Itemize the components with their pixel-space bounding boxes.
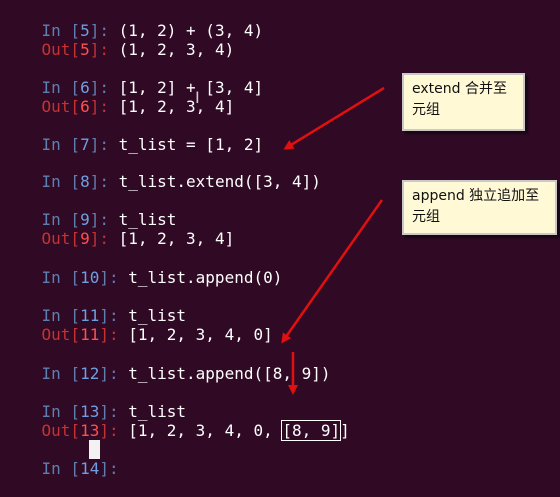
in-prompt: In [12]: bbox=[41, 364, 129, 383]
output-code-after: ] bbox=[340, 421, 350, 440]
input-code: t_list = [1, 2] bbox=[118, 135, 264, 154]
in-prompt: In [8]: bbox=[41, 172, 119, 191]
in-prompt: In [14]: bbox=[41, 459, 129, 478]
in-prompt: In [7]: bbox=[41, 135, 119, 154]
output-code: [1, 2, 3, 4] bbox=[118, 229, 235, 248]
out-prompt: Out[6]: bbox=[41, 97, 119, 116]
out-prompt: Out[11]: bbox=[41, 325, 129, 344]
input-code: t_list.append([8, 9]) bbox=[128, 364, 331, 383]
output-code-before: [1, 2, 3, 4, 0, bbox=[128, 421, 283, 440]
output-code: [1, 2, 3, 4, 0] bbox=[128, 325, 273, 344]
input-line-14[interactable]: In [14]: bbox=[3, 440, 128, 497]
out-prompt: Out[9]: bbox=[41, 229, 119, 248]
ibeam-cursor-icon: I bbox=[195, 88, 200, 107]
in-prompt: In [10]: bbox=[41, 268, 129, 287]
highlighted-nested-list: [8, 9] bbox=[281, 420, 342, 441]
append-annotation-note: append 独立追加至元组 bbox=[402, 180, 557, 235]
input-code: t_list.extend([3, 4]) bbox=[118, 172, 321, 191]
extend-annotation-note: extend 合并至元组 bbox=[402, 73, 525, 131]
out-prompt: Out[13]: bbox=[41, 421, 129, 440]
output-code: (1, 2, 3, 4) bbox=[118, 40, 235, 59]
output-code: [1, 2, 3, 4] bbox=[118, 97, 235, 116]
block-cursor-icon bbox=[89, 440, 100, 459]
out-prompt: Out[5]: bbox=[41, 40, 119, 59]
input-code: t_list.append(0) bbox=[128, 268, 283, 287]
